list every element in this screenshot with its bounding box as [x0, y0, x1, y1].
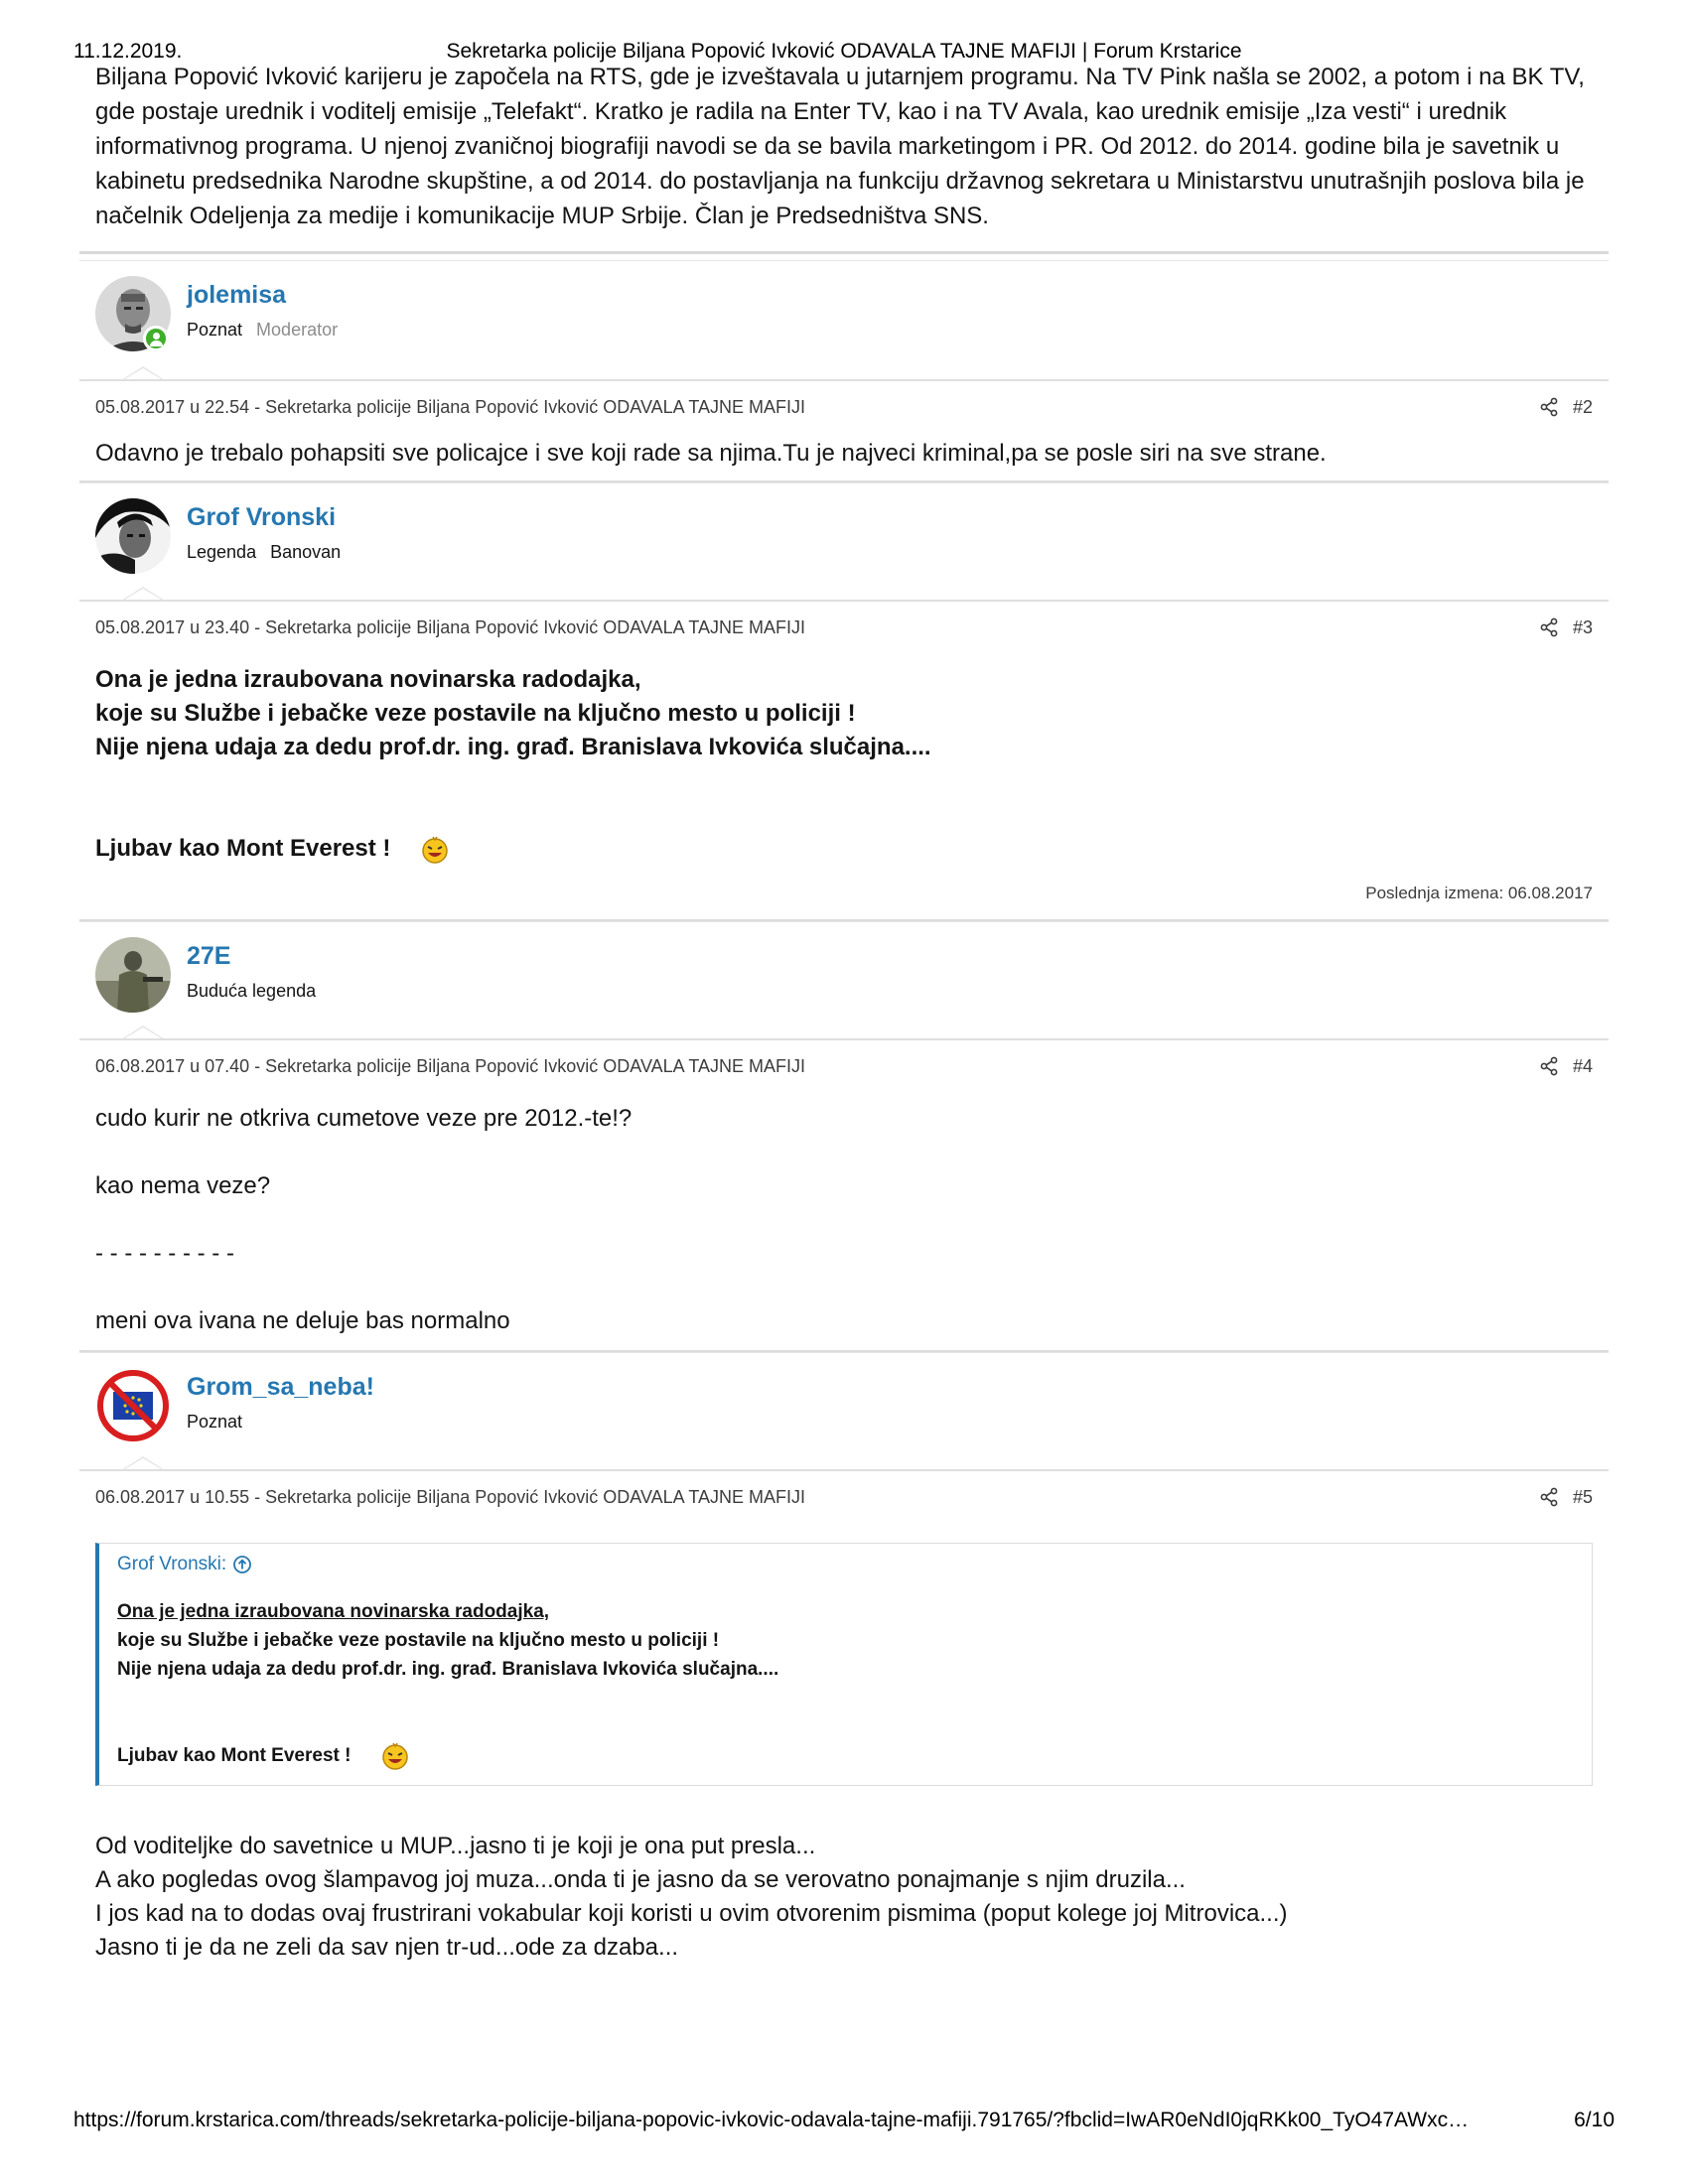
- quote-line: Ona je jedna izraubovana novinarska rado…: [117, 1597, 1574, 1626]
- avatar[interactable]: [95, 498, 171, 574]
- post-line: Jasno ti je da ne zeli da sav njen tr-ud…: [95, 1934, 679, 1961]
- print-page-number: 6/10: [1574, 2109, 1615, 2131]
- post-body: Ona je jedna izraubovana novinarska rado…: [79, 649, 1609, 866]
- post-body: Odavno je trebalo pohapsiti sve policajc…: [79, 429, 1609, 471]
- user-titles: Poznat: [187, 1412, 242, 1433]
- user-block-27e: 27E Buduća legenda: [79, 921, 1609, 1039]
- avatar[interactable]: [95, 937, 171, 1013]
- post-line: A ako pogledas ovog šlampavog joj muza..…: [95, 1866, 1186, 1893]
- post-line: Ljubav kao Mont Everest !: [95, 832, 1593, 866]
- user-arrow: [121, 1025, 165, 1039]
- share-icon[interactable]: [1539, 1487, 1559, 1507]
- post-number-link[interactable]: #4: [1573, 1056, 1593, 1077]
- post-line: Odavno je trebalo pohapsiti sve policajc…: [95, 440, 1327, 467]
- avatar[interactable]: [95, 1368, 171, 1443]
- post-number-link[interactable]: #5: [1573, 1487, 1593, 1508]
- post-number-link[interactable]: #2: [1573, 397, 1593, 418]
- user-title: Buduća legenda: [187, 981, 317, 1001]
- post-meta: 05.08.2017 u 23.40 - Sekretarka policije…: [79, 600, 1609, 649]
- post-line: Od voditeljke do savetnice u MUP...jasno…: [95, 1833, 816, 1859]
- user-title: Poznat: [187, 320, 243, 340]
- post-body: cudo kurir ne otkriva cumetove veze pre …: [79, 1088, 1609, 1338]
- user-arrow: [121, 366, 165, 380]
- user-titles: Buduća legenda: [187, 981, 316, 1002]
- user-titles: Legenda Banovan: [187, 542, 341, 563]
- post-line: - - - - - - - - - -: [95, 1240, 234, 1267]
- post-body: Od voditeljke do savetnice u MUP...jasno…: [79, 1786, 1609, 1965]
- quote-author-link[interactable]: Grof Vronski:: [117, 1554, 1574, 1575]
- post-divider: [79, 251, 1609, 254]
- post-meta: 05.08.2017 u 22.54 - Sekretarka policije…: [79, 379, 1609, 429]
- quote-signature: Ljubav kao Mont Everest !: [117, 1745, 352, 1767]
- user-role: Banovan: [270, 542, 342, 562]
- print-url: https://forum.krstarica.com/threads/sekr…: [73, 2109, 1470, 2131]
- user-titles: Poznat Moderator: [187, 320, 338, 341]
- user-role: Moderator: [256, 320, 339, 340]
- post-line: cudo kurir ne otkriva cumetove veze pre …: [95, 1105, 633, 1132]
- post-date-link[interactable]: 05.08.2017 u 23.40 - Sekretarka policije…: [95, 617, 805, 638]
- quote-line: Nije njena udaja za dedu prof.dr. ing. g…: [117, 1659, 779, 1680]
- post-line: kao nema veze?: [95, 1172, 271, 1199]
- user-arrow: [121, 587, 165, 601]
- username[interactable]: Grom_sa_neba!: [187, 1373, 374, 1402]
- username[interactable]: 27E: [187, 942, 230, 971]
- username[interactable]: Grof Vronski: [187, 503, 336, 532]
- post-meta: 06.08.2017 u 10.55 - Sekretarka policije…: [79, 1469, 1609, 1519]
- quote-line: Ljubav kao Mont Everest !: [117, 1741, 1574, 1771]
- quote-line: koje su Službe i jebačke veze postavile …: [117, 1630, 720, 1651]
- user-title: Poznat: [187, 1412, 243, 1432]
- user-block-grom-sa-neba: Grom_sa_neba! Poznat: [79, 1352, 1609, 1470]
- arrow-up-circle-icon[interactable]: [232, 1555, 252, 1574]
- share-icon[interactable]: [1539, 1056, 1559, 1076]
- post-date-link[interactable]: 05.08.2017 u 22.54 - Sekretarka policije…: [95, 397, 805, 418]
- online-status-icon: [143, 326, 169, 351]
- post-number-link[interactable]: #3: [1573, 617, 1593, 638]
- laughing-smiley-icon: [382, 1742, 409, 1770]
- post-line: Nije njena udaja za dedu prof.dr. ing. g…: [95, 734, 931, 760]
- signature-text: Ljubav kao Mont Everest !: [95, 835, 391, 862]
- user-title: Legenda: [187, 542, 257, 562]
- quote-body: Ona je jedna izraubovana novinarska rado…: [117, 1597, 1574, 1771]
- previous-post-text: Biljana Popović Ivković karijeru je zapo…: [95, 64, 1585, 229]
- post-line: I jos kad na to dodas ovaj frustrirani v…: [95, 1900, 1288, 1927]
- share-icon[interactable]: [1539, 617, 1559, 637]
- post-line: meni ova ivana ne deluje bas normalno: [95, 1307, 510, 1334]
- user-block-grof-vronski: Grof Vronski Legenda Banovan: [79, 482, 1609, 601]
- post-date-link[interactable]: 06.08.2017 u 10.55 - Sekretarka policije…: [95, 1487, 805, 1508]
- post-meta: 06.08.2017 u 07.40 - Sekretarka policije…: [79, 1038, 1609, 1088]
- user-arrow: [121, 1456, 165, 1470]
- share-icon[interactable]: [1539, 397, 1559, 417]
- thread-content: Biljana Popović Ivković karijeru je zapo…: [79, 60, 1609, 1965]
- quote-block: Grof Vronski: Ona je jedna izraubovana n…: [95, 1543, 1593, 1786]
- post-line: koje su Službe i jebačke veze postavile …: [95, 700, 856, 727]
- last-edit-note: Poslednja izmena: 06.08.2017: [1365, 884, 1593, 902]
- user-block-jolemisa: jolemisa Poznat Moderator: [79, 260, 1609, 380]
- post-line: Ona je jedna izraubovana novinarska rado…: [95, 666, 641, 693]
- quote-highlight: Ona je jedna izraubovana novinarska rado…: [117, 1601, 550, 1622]
- post-date-link[interactable]: 06.08.2017 u 07.40 - Sekretarka policije…: [95, 1056, 805, 1077]
- quote-author: Grof Vronski:: [117, 1554, 227, 1574]
- laughing-smiley-icon: [422, 836, 449, 864]
- username[interactable]: jolemisa: [187, 281, 286, 310]
